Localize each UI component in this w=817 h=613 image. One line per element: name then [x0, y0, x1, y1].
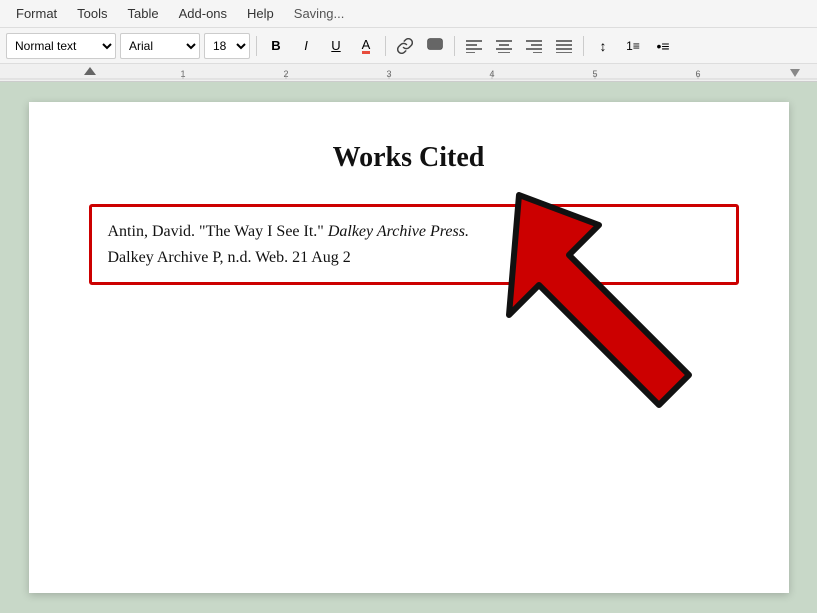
numbered-list-button[interactable]: 1≡ — [620, 33, 646, 59]
align-left-button[interactable] — [461, 33, 487, 59]
ruler-end-icon — [790, 69, 800, 77]
link-icon — [397, 38, 413, 54]
toolbar-divider-2 — [385, 36, 386, 56]
menu-help[interactable]: Help — [239, 4, 282, 23]
citation-normal-text: Antin, David. "The Way I See It." — [108, 223, 328, 240]
menu-format[interactable]: Format — [8, 4, 65, 23]
align-justify-button[interactable] — [551, 33, 577, 59]
menu-bar: Format Tools Table Add-ons Help Saving..… — [0, 0, 817, 28]
align-center-icon — [496, 39, 512, 53]
paragraph-style-select[interactable]: Normal text — [6, 33, 116, 59]
toolbar-divider-4 — [583, 36, 584, 56]
menu-tools[interactable]: Tools — [69, 4, 115, 23]
align-justify-icon — [556, 39, 572, 53]
font-size-select[interactable]: 18 — [204, 33, 250, 59]
line-spacing-button[interactable]: ↕ — [590, 33, 616, 59]
menu-addons[interactable]: Add-ons — [171, 4, 235, 23]
font-select[interactable]: Arial — [120, 33, 200, 59]
ruler: 1 2 3 4 5 6 — [0, 64, 817, 82]
align-right-button[interactable] — [521, 33, 547, 59]
arrow-container — [489, 165, 769, 445]
align-right-icon — [526, 39, 542, 53]
font-color-button[interactable]: A — [353, 33, 379, 59]
comment-icon — [427, 38, 443, 54]
document-area: Works Cited Antin, David. "The Way I See… — [0, 82, 817, 613]
ruler-svg: 1 2 3 4 5 6 — [0, 64, 817, 81]
comment-button[interactable] — [422, 33, 448, 59]
bulleted-list-button[interactable]: •≡ — [650, 33, 676, 59]
tab-stop-icon — [84, 67, 96, 75]
red-arrow — [489, 165, 769, 445]
toolbar-divider-3 — [454, 36, 455, 56]
link-button[interactable] — [392, 33, 418, 59]
page: Works Cited Antin, David. "The Way I See… — [29, 102, 789, 593]
italic-button[interactable]: I — [293, 33, 319, 59]
align-center-button[interactable] — [491, 33, 517, 59]
toolbar: Normal text Arial 18 B I U A — [0, 28, 817, 64]
bold-button[interactable]: B — [263, 33, 289, 59]
toolbar-divider-1 — [256, 36, 257, 56]
saving-status: Saving... — [294, 6, 345, 21]
underline-button[interactable]: U — [323, 33, 349, 59]
align-left-icon — [466, 39, 482, 53]
citation-italic-text: Dalkey Archive Press. — [328, 223, 469, 240]
menu-table[interactable]: Table — [120, 4, 167, 23]
